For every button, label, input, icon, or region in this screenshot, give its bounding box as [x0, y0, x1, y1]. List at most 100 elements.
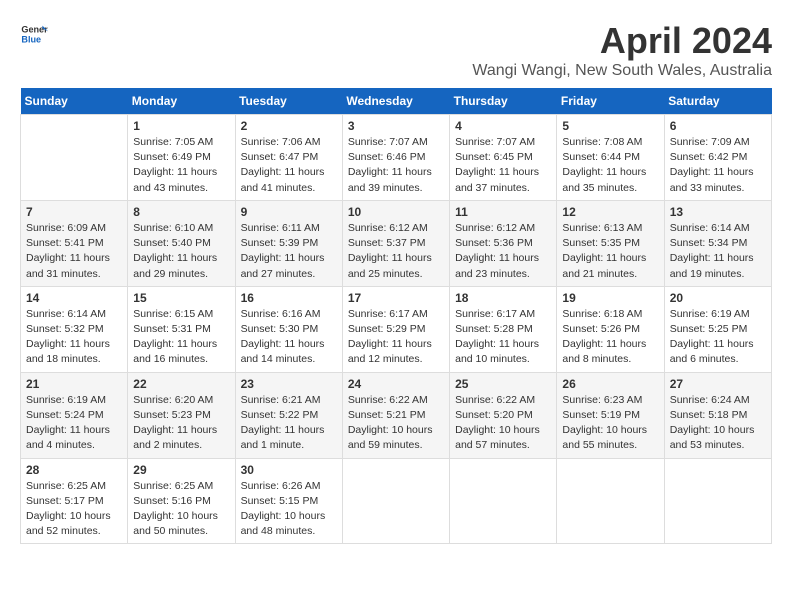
- calendar-cell: 14 Sunrise: 6:14 AM Sunset: 5:32 PM Dayli…: [21, 286, 128, 372]
- cell-content: Sunrise: 6:18 AM Sunset: 5:26 PM Dayligh…: [562, 307, 658, 368]
- day-number: 19: [562, 291, 658, 305]
- calendar-cell: 7 Sunrise: 6:09 AM Sunset: 5:41 PM Daylig…: [21, 200, 128, 286]
- cell-content: Sunrise: 6:17 AM Sunset: 5:28 PM Dayligh…: [455, 307, 551, 368]
- week-row-1: 1 Sunrise: 7:05 AM Sunset: 6:49 PM Daylig…: [21, 115, 772, 201]
- calendar-cell: 13 Sunrise: 6:14 AM Sunset: 5:34 PM Dayli…: [664, 200, 771, 286]
- cell-content: Sunrise: 6:22 AM Sunset: 5:21 PM Dayligh…: [348, 393, 444, 454]
- day-number: 26: [562, 377, 658, 391]
- day-number: 30: [241, 463, 337, 477]
- main-title: April 2024: [472, 20, 772, 62]
- day-number: 8: [133, 205, 229, 219]
- calendar-cell: 19 Sunrise: 6:18 AM Sunset: 5:26 PM Dayli…: [557, 286, 664, 372]
- calendar-cell: 11 Sunrise: 6:12 AM Sunset: 5:36 PM Dayli…: [450, 200, 557, 286]
- column-header-wednesday: Wednesday: [342, 88, 449, 115]
- day-number: 22: [133, 377, 229, 391]
- cell-content: Sunrise: 7:07 AM Sunset: 6:45 PM Dayligh…: [455, 135, 551, 196]
- cell-content: Sunrise: 6:24 AM Sunset: 5:18 PM Dayligh…: [670, 393, 766, 454]
- day-number: 7: [26, 205, 122, 219]
- calendar-cell: 6 Sunrise: 7:09 AM Sunset: 6:42 PM Daylig…: [664, 115, 771, 201]
- subtitle: Wangi Wangi, New South Wales, Australia: [472, 62, 772, 80]
- calendar-cell: 5Sunrise: 7:08 AM Sunset: 6:44 PM Daylig…: [557, 115, 664, 201]
- cell-content: Sunrise: 7:07 AM Sunset: 6:46 PM Dayligh…: [348, 135, 444, 196]
- svg-text:General: General: [21, 25, 48, 35]
- cell-content: Sunrise: 6:19 AM Sunset: 5:25 PM Dayligh…: [670, 307, 766, 368]
- calendar-table: SundayMondayTuesdayWednesdayThursdayFrid…: [20, 88, 772, 544]
- cell-content: Sunrise: 6:15 AM Sunset: 5:31 PM Dayligh…: [133, 307, 229, 368]
- title-block: April 2024 Wangi Wangi, New South Wales,…: [472, 20, 772, 80]
- day-number: 18: [455, 291, 551, 305]
- cell-content: Sunrise: 6:12 AM Sunset: 5:37 PM Dayligh…: [348, 221, 444, 282]
- cell-content: Sunrise: 6:11 AM Sunset: 5:39 PM Dayligh…: [241, 221, 337, 282]
- calendar-body: 1 Sunrise: 7:05 AM Sunset: 6:49 PM Daylig…: [21, 115, 772, 544]
- calendar-cell: [557, 458, 664, 544]
- calendar-cell: 17 Sunrise: 6:17 AM Sunset: 5:29 PM Dayli…: [342, 286, 449, 372]
- calendar-cell: 21Sunrise: 6:19 AM Sunset: 5:24 PM Dayli…: [21, 372, 128, 458]
- calendar-header-row: SundayMondayTuesdayWednesdayThursdayFrid…: [21, 88, 772, 115]
- cell-content: Sunrise: 6:25 AM Sunset: 5:17 PM Dayligh…: [26, 479, 122, 540]
- calendar-cell: 29 Sunrise: 6:25 AM Sunset: 5:16 PM Dayli…: [128, 458, 235, 544]
- column-header-monday: Monday: [128, 88, 235, 115]
- calendar-cell: 1 Sunrise: 7:05 AM Sunset: 6:49 PM Daylig…: [128, 115, 235, 201]
- cell-content: Sunrise: 6:23 AM Sunset: 5:19 PM Dayligh…: [562, 393, 658, 454]
- calendar-cell: 30Sunrise: 6:26 AM Sunset: 5:15 PM Dayli…: [235, 458, 342, 544]
- calendar-cell: [21, 115, 128, 201]
- calendar-cell: 3 Sunrise: 7:07 AM Sunset: 6:46 PM Daylig…: [342, 115, 449, 201]
- calendar-cell: 8 Sunrise: 6:10 AM Sunset: 5:40 PM Daylig…: [128, 200, 235, 286]
- calendar-cell: 26 Sunrise: 6:23 AM Sunset: 5:19 PM Dayli…: [557, 372, 664, 458]
- calendar-cell: 20 Sunrise: 6:19 AM Sunset: 5:25 PM Dayli…: [664, 286, 771, 372]
- day-number: 10: [348, 205, 444, 219]
- day-number: 9: [241, 205, 337, 219]
- day-number: 3: [348, 119, 444, 133]
- column-header-saturday: Saturday: [664, 88, 771, 115]
- cell-content: Sunrise: 7:05 AM Sunset: 6:49 PM Dayligh…: [133, 135, 229, 196]
- calendar-cell: [342, 458, 449, 544]
- calendar-cell: [450, 458, 557, 544]
- calendar-cell: 28 Sunrise: 6:25 AM Sunset: 5:17 PM Dayli…: [21, 458, 128, 544]
- day-number: 1: [133, 119, 229, 133]
- calendar-cell: 27 Sunrise: 6:24 AM Sunset: 5:18 PM Dayli…: [664, 372, 771, 458]
- day-number: 13: [670, 205, 766, 219]
- day-number: 2: [241, 119, 337, 133]
- calendar-cell: 4 Sunrise: 7:07 AM Sunset: 6:45 PM Daylig…: [450, 115, 557, 201]
- cell-content: Sunrise: 6:10 AM Sunset: 5:40 PM Dayligh…: [133, 221, 229, 282]
- cell-content: Sunrise: 6:09 AM Sunset: 5:41 PM Dayligh…: [26, 221, 122, 282]
- day-number: 4: [455, 119, 551, 133]
- day-number: 15: [133, 291, 229, 305]
- day-number: 14: [26, 291, 122, 305]
- calendar-cell: 9 Sunrise: 6:11 AM Sunset: 5:39 PM Daylig…: [235, 200, 342, 286]
- day-number: 28: [26, 463, 122, 477]
- calendar-cell: 15 Sunrise: 6:15 AM Sunset: 5:31 PM Dayli…: [128, 286, 235, 372]
- day-number: 24: [348, 377, 444, 391]
- day-number: 5: [562, 119, 658, 133]
- day-number: 20: [670, 291, 766, 305]
- cell-content: Sunrise: 6:14 AM Sunset: 5:34 PM Dayligh…: [670, 221, 766, 282]
- cell-content: Sunrise: 6:25 AM Sunset: 5:16 PM Dayligh…: [133, 479, 229, 540]
- calendar-cell: 16Sunrise: 6:16 AM Sunset: 5:30 PM Dayli…: [235, 286, 342, 372]
- day-number: 12: [562, 205, 658, 219]
- cell-content: Sunrise: 6:21 AM Sunset: 5:22 PM Dayligh…: [241, 393, 337, 454]
- day-number: 17: [348, 291, 444, 305]
- day-number: 6: [670, 119, 766, 133]
- svg-text:Blue: Blue: [21, 34, 41, 44]
- cell-content: Sunrise: 6:19 AM Sunset: 5:24 PM Dayligh…: [26, 393, 122, 454]
- day-number: 11: [455, 205, 551, 219]
- calendar-cell: 12 Sunrise: 6:13 AM Sunset: 5:35 PM Dayli…: [557, 200, 664, 286]
- cell-content: Sunrise: 6:13 AM Sunset: 5:35 PM Dayligh…: [562, 221, 658, 282]
- cell-content: Sunrise: 6:12 AM Sunset: 5:36 PM Dayligh…: [455, 221, 551, 282]
- column-header-sunday: Sunday: [21, 88, 128, 115]
- day-number: 27: [670, 377, 766, 391]
- cell-content: Sunrise: 6:16 AM Sunset: 5:30 PM Dayligh…: [241, 307, 337, 368]
- column-header-thursday: Thursday: [450, 88, 557, 115]
- cell-content: Sunrise: 7:09 AM Sunset: 6:42 PM Dayligh…: [670, 135, 766, 196]
- cell-content: Sunrise: 6:14 AM Sunset: 5:32 PM Dayligh…: [26, 307, 122, 368]
- calendar-cell: 23Sunrise: 6:21 AM Sunset: 5:22 PM Dayli…: [235, 372, 342, 458]
- calendar-cell: 24 Sunrise: 6:22 AM Sunset: 5:21 PM Dayli…: [342, 372, 449, 458]
- cell-content: Sunrise: 6:17 AM Sunset: 5:29 PM Dayligh…: [348, 307, 444, 368]
- cell-content: Sunrise: 6:20 AM Sunset: 5:23 PM Dayligh…: [133, 393, 229, 454]
- day-number: 29: [133, 463, 229, 477]
- cell-content: Sunrise: 7:06 AM Sunset: 6:47 PM Dayligh…: [241, 135, 337, 196]
- week-row-3: 14 Sunrise: 6:14 AM Sunset: 5:32 PM Dayli…: [21, 286, 772, 372]
- logo-icon: General Blue: [20, 20, 48, 48]
- week-row-4: 21Sunrise: 6:19 AM Sunset: 5:24 PM Dayli…: [21, 372, 772, 458]
- week-row-5: 28 Sunrise: 6:25 AM Sunset: 5:17 PM Dayli…: [21, 458, 772, 544]
